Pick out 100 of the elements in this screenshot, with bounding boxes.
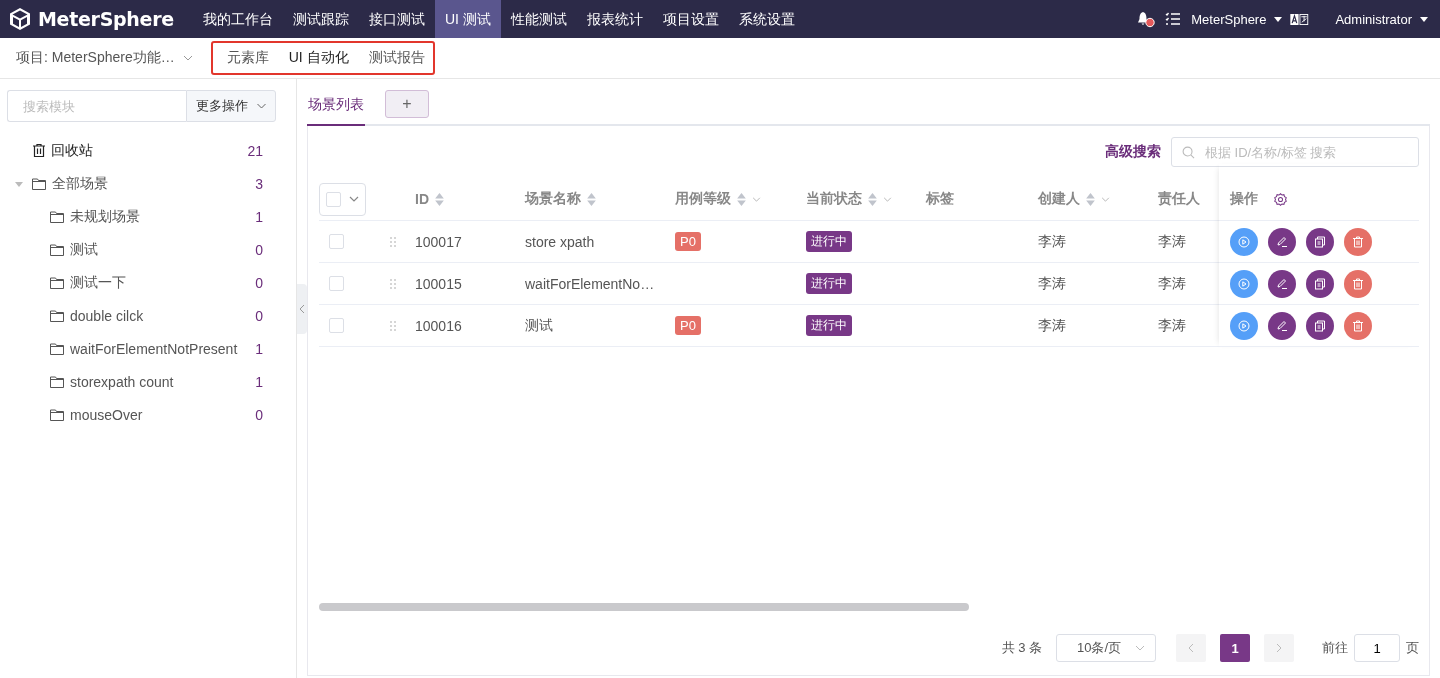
status-tag: 进行中: [806, 315, 852, 336]
table-cell: 李涛: [1038, 316, 1066, 335]
tree-item[interactable]: 测试: [70, 240, 98, 259]
tree-item[interactable]: storexpath count: [70, 373, 174, 390]
edit-button[interactable]: [1268, 227, 1296, 256]
task-list-icon[interactable]: [1165, 12, 1182, 26]
edit-button[interactable]: [1268, 269, 1296, 298]
expand-arrow-icon[interactable]: [15, 179, 23, 188]
play-icon: [1238, 235, 1250, 248]
advanced-search-link[interactable]: 高级搜索: [1105, 143, 1161, 161]
nav-item[interactable]: 性能测试: [500, 0, 577, 38]
collapse-handle[interactable]: [297, 284, 307, 334]
sort-icon[interactable]: [737, 192, 746, 206]
edit-button[interactable]: [1268, 311, 1296, 340]
add-tab-button[interactable]: +: [385, 90, 429, 118]
copy-button[interactable]: [1306, 311, 1334, 340]
caret-icon: [1274, 16, 1283, 22]
row-checkbox[interactable]: [329, 234, 344, 249]
sort-icon[interactable]: [587, 192, 596, 206]
tree-item[interactable]: 回收站: [51, 141, 93, 160]
filter-chevron-icon[interactable]: [752, 196, 761, 202]
item-count: 1: [255, 208, 263, 225]
table-cell: 李涛: [1038, 274, 1066, 293]
subnav-tab[interactable]: 元素库: [226, 49, 269, 67]
project-selector[interactable]: 项目: MeterSphere功能…: [0, 49, 175, 67]
filter-chevron-icon[interactable]: [883, 196, 892, 202]
table-cell: 100016: [415, 317, 462, 334]
table-cell: 李涛: [1158, 316, 1186, 335]
delete-button[interactable]: [1344, 227, 1372, 256]
tree-item[interactable]: 未规划场景: [70, 207, 140, 226]
settings-icon[interactable]: [1274, 192, 1287, 206]
chevron-down-icon[interactable]: [349, 196, 359, 202]
bell-icon[interactable]: [1135, 10, 1158, 28]
checkbox[interactable]: [326, 191, 341, 207]
copy-button[interactable]: [1306, 269, 1334, 298]
run-button[interactable]: [1230, 311, 1258, 340]
nav-item[interactable]: 项目设置: [652, 0, 729, 38]
nav-item[interactable]: 我的工作台: [193, 0, 283, 38]
sort-icon[interactable]: [868, 192, 877, 206]
sort-icon[interactable]: [1086, 192, 1095, 206]
more-actions-button[interactable]: 更多操作: [186, 90, 276, 122]
drag-handle-icon[interactable]: [390, 278, 396, 289]
nav-item[interactable]: 接口测试: [359, 0, 435, 38]
tree-item[interactable]: waitForElementNotPresent: [70, 340, 238, 357]
status-tag: 进行中: [806, 273, 852, 294]
copy-button[interactable]: [1306, 227, 1334, 256]
item-count: 1: [255, 373, 263, 390]
table-cell: 李涛: [1158, 274, 1186, 293]
column-header: 当前状态: [806, 190, 862, 208]
filter-chevron-icon[interactable]: [1101, 196, 1110, 202]
row-checkbox[interactable]: [329, 276, 344, 291]
search-field[interactable]: 根据 ID/名称/标签 搜索: [1171, 137, 1419, 167]
trash-icon: [1352, 235, 1364, 248]
nav-item[interactable]: 系统设置: [728, 0, 805, 38]
play-icon: [1238, 277, 1250, 290]
copy-icon: [1314, 277, 1326, 290]
page-size-select[interactable]: 10条/页: [1056, 634, 1156, 662]
subnav-tab[interactable]: UI 自动化: [288, 49, 349, 67]
user-dropdown[interactable]: Administrator: [1335, 11, 1412, 27]
trash-icon: [1352, 319, 1364, 332]
workspace-dropdown[interactable]: MeterSphere: [1191, 11, 1267, 27]
sort-icon[interactable]: [435, 192, 444, 206]
delete-button[interactable]: [1344, 311, 1372, 340]
tree-item[interactable]: mouseOver: [70, 406, 143, 423]
column-header: 创建人: [1038, 190, 1080, 208]
scenario-list-tab[interactable]: 场景列表: [307, 90, 365, 126]
play-icon: [1238, 319, 1250, 332]
column-header: 用例等级: [675, 190, 731, 208]
tree-item[interactable]: 测试一下: [70, 273, 126, 292]
column-header: 操作: [1230, 190, 1258, 208]
table-cell: 测试: [525, 316, 553, 335]
subnav-tab[interactable]: 测试报告: [368, 49, 425, 67]
chevron-down-icon: [1135, 645, 1145, 651]
item-count: 0: [255, 307, 263, 324]
table-cell: 李涛: [1038, 232, 1066, 251]
run-button[interactable]: [1230, 227, 1258, 256]
delete-button[interactable]: [1344, 269, 1372, 298]
nav-item[interactable]: 报表统计: [576, 0, 653, 38]
pencil-icon: [1276, 277, 1288, 290]
drag-handle-icon[interactable]: [390, 236, 396, 247]
drag-handle-icon[interactable]: [390, 320, 396, 331]
nav-item[interactable]: UI 测试: [435, 0, 501, 38]
tree-item[interactable]: 全部场景: [52, 174, 108, 193]
module-search-field[interactable]: 搜索模块: [7, 90, 186, 122]
row-checkbox[interactable]: [329, 318, 344, 333]
table-cell: waitForElementNo…: [525, 275, 655, 292]
copy-icon: [1314, 235, 1326, 248]
table-cell: 100015: [415, 275, 462, 292]
next-page-button[interactable]: [1264, 634, 1294, 662]
nav-item[interactable]: 测试跟踪: [283, 0, 359, 38]
run-button[interactable]: [1230, 269, 1258, 298]
previous-page-button[interactable]: [1176, 634, 1206, 662]
page-jump-field[interactable]: 1: [1354, 634, 1400, 662]
translate-icon[interactable]: [1290, 13, 1310, 25]
page-number-button[interactable]: 1: [1220, 634, 1250, 662]
tree-item[interactable]: double cilck: [70, 307, 144, 324]
folder-icon: [50, 375, 64, 388]
logo-icon: [8, 7, 32, 31]
horizontal-scrollbar[interactable]: [319, 603, 969, 611]
priority-tag: P0: [675, 316, 701, 335]
